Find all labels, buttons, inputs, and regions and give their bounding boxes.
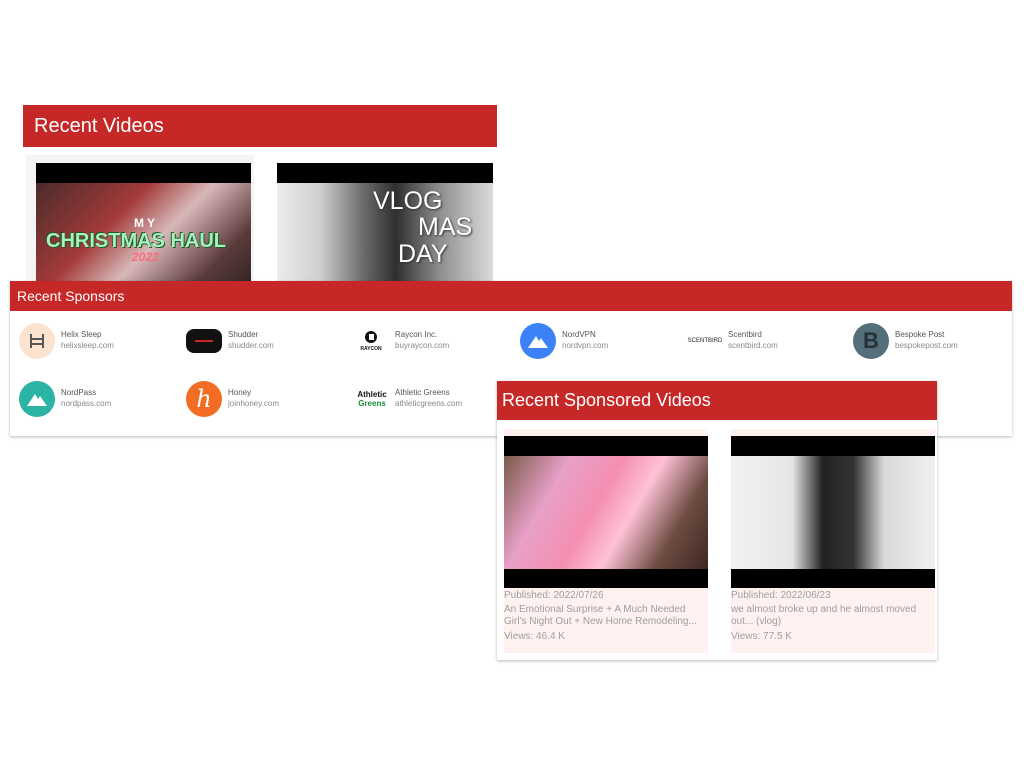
- sponsor-item-nordvpn[interactable]: NordVPN nordvpn.com: [520, 323, 680, 361]
- sponsor-domain: athleticgreens.com: [395, 399, 463, 408]
- sponsor-item-athletic-greens[interactable]: Athletic Greens Athletic Greens athletic…: [353, 381, 513, 419]
- sponsor-item-nordpass[interactable]: NordPass nordpass.com: [19, 381, 179, 419]
- sponsor-name: Raycon Inc.: [395, 330, 438, 339]
- letter-b-icon: B: [853, 323, 889, 359]
- sponsor-domain: shudder.com: [228, 341, 274, 350]
- recent-sponsors-header: Recent Sponsors: [10, 281, 1012, 311]
- recent-videos-panel: Recent Videos MY CHRISTMAS HAUL 2022 VLO…: [23, 105, 497, 281]
- thumbnail-text: VLOG: [373, 187, 443, 215]
- video-title[interactable]: An Emotional Surprise + A Much Needed Gi…: [504, 604, 708, 628]
- thumbnail-image: [504, 456, 708, 569]
- shudder-logo: [186, 329, 222, 353]
- recent-sponsored-videos-panel: Recent Sponsored Videos Published: 2022/…: [497, 381, 937, 660]
- video-thumbnail[interactable]: MY CHRISTMAS HAUL 2022: [36, 163, 251, 281]
- thumbnail-text: MY: [134, 216, 158, 230]
- video-card[interactable]: VLOG MAS DAY: [268, 155, 497, 281]
- greens-logo-text: Greens: [358, 399, 386, 408]
- athletic-logo-text: Athletic: [357, 390, 387, 399]
- recent-sponsors-title: Recent Sponsors: [17, 288, 125, 304]
- thumbnail-text: CHRISTMAS HAUL: [46, 230, 226, 252]
- sponsored-video-card[interactable]: Published: 2022/07/26 An Emotional Surpr…: [504, 429, 708, 653]
- bespoke-logo-text: B: [863, 328, 879, 353]
- sponsored-video-card[interactable]: Published: 2022/06/23 we almost broke up…: [731, 429, 935, 653]
- recent-sponsored-videos-header: Recent Sponsored Videos: [497, 381, 937, 420]
- sponsor-domain: nordpass.com: [61, 399, 112, 408]
- video-views: Views: 46.4 K: [504, 631, 565, 642]
- sponsor-name: NordVPN: [562, 330, 596, 339]
- sponsor-item-helix-sleep[interactable]: Helix Sleep helixsleep.com: [19, 323, 179, 361]
- sponsor-item-honey[interactable]: h Honey joinhoney.com: [186, 381, 346, 419]
- letter-h-icon: h: [186, 381, 222, 417]
- sponsor-domain: nordvpn.com: [562, 341, 609, 350]
- thumbnail-image: [731, 456, 935, 569]
- athletic-greens-logo: Athletic Greens: [353, 381, 391, 417]
- recent-videos-title: Recent Videos: [34, 114, 164, 137]
- sponsor-item-shudder[interactable]: Shudder shudder.com: [186, 323, 346, 361]
- sponsor-domain: buyraycon.com: [395, 341, 450, 350]
- video-views: Views: 77.5 K: [731, 631, 792, 642]
- scentbird-logo-text: SCENTBIRD: [687, 338, 723, 344]
- sponsor-domain: scentbird.com: [728, 341, 778, 350]
- mountain-icon: [520, 323, 556, 359]
- thumbnail-text: 2022: [132, 250, 159, 264]
- sponsor-item-scentbird[interactable]: SCENTBIRD Scentbird scentbird.com: [686, 323, 846, 361]
- video-published-date: Published: 2022/07/26: [504, 590, 604, 601]
- bed-icon: [19, 323, 55, 359]
- sponsor-name: Athletic Greens: [395, 388, 450, 397]
- video-thumbnail[interactable]: [504, 436, 708, 588]
- mountain-icon: [19, 381, 55, 417]
- sponsor-name: Scentbird: [728, 330, 762, 339]
- raycon-logo: RAYCON: [353, 323, 389, 359]
- sponsor-name: Helix Sleep: [61, 330, 102, 339]
- sponsor-name: Bespoke Post: [895, 330, 945, 339]
- thumbnail-text: DAY: [398, 240, 448, 268]
- sponsor-name: Shudder: [228, 330, 259, 339]
- recent-videos-header: Recent Videos: [23, 105, 497, 147]
- recent-sponsored-videos-title: Recent Sponsored Videos: [502, 390, 711, 410]
- honey-logo-text: h: [196, 385, 212, 413]
- sponsor-domain: joinhoney.com: [228, 399, 279, 408]
- video-thumbnail[interactable]: [731, 436, 935, 588]
- sponsor-item-bespoke-post[interactable]: B Bespoke Post bespokepost.com: [853, 323, 1013, 361]
- sponsor-name: NordPass: [61, 388, 97, 397]
- raycon-logo-text: RAYCON: [360, 346, 382, 352]
- sponsor-domain: helixsleep.com: [61, 341, 114, 350]
- sponsor-domain: bespokepost.com: [895, 341, 958, 350]
- video-card[interactable]: MY CHRISTMAS HAUL 2022: [26, 155, 254, 281]
- video-title[interactable]: we almost broke up and he almost moved o…: [731, 604, 935, 628]
- thumbnail-text: MAS: [418, 213, 473, 241]
- video-published-date: Published: 2022/06/23: [731, 590, 831, 601]
- sponsor-item-raycon[interactable]: RAYCON Raycon Inc. buyraycon.com: [353, 323, 513, 361]
- sponsor-name: Honey: [228, 388, 252, 397]
- scentbird-logo: SCENTBIRD: [686, 323, 724, 359]
- video-thumbnail[interactable]: VLOG MAS DAY: [277, 163, 493, 281]
